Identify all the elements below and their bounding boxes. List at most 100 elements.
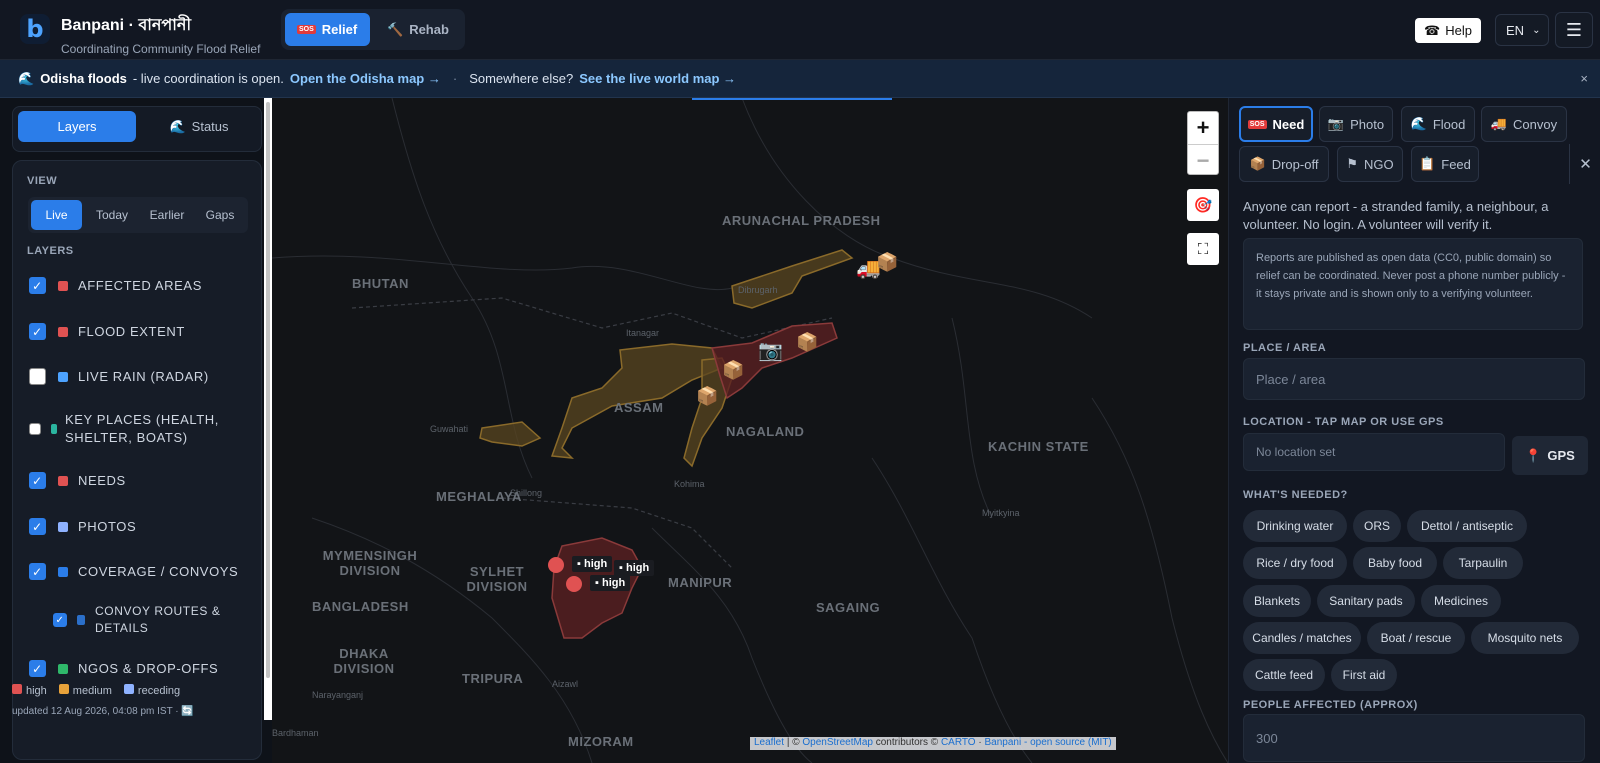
place-input[interactable]: Place / area <box>1243 358 1585 400</box>
gps-button[interactable]: 📍 GPS <box>1512 436 1588 475</box>
layer-key-places[interactable]: KEY PLACES (HEALTH, SHELTER, BOATS) <box>29 411 229 447</box>
locate-button[interactable]: 🎯 <box>1187 189 1219 221</box>
banpani-link[interactable]: Banpani - open source (MIT) <box>984 737 1111 748</box>
need-chip[interactable]: Medicines <box>1421 585 1501 617</box>
checkbox[interactable]: ✓ <box>29 518 46 535</box>
layer-coverage-convoys[interactable]: ✓ COVERAGE / CONVOYS <box>29 563 238 580</box>
people-input[interactable]: 300 <box>1243 714 1585 762</box>
tab-flood[interactable]: 🌊 Flood <box>1401 106 1475 142</box>
need-chip[interactable]: Baby food <box>1353 547 1437 579</box>
dropoff-icon[interactable]: 📦 <box>722 360 744 381</box>
layer-convoy-routes[interactable]: ✓ CONVOY ROUTES & DETAILS <box>53 603 223 637</box>
sos-icon: SOS <box>1247 119 1267 129</box>
scrollbar-thumb[interactable] <box>266 102 270 678</box>
need-marker[interactable] <box>566 576 582 592</box>
tab-need[interactable]: SOS Need <box>1239 106 1313 142</box>
need-chip[interactable]: Rice / dry food <box>1243 547 1347 579</box>
layers-heading: LAYERS <box>27 245 74 257</box>
layer-flood-extent[interactable]: ✓ FLOOD EXTENT <box>29 323 185 340</box>
zoom-in-button[interactable]: + <box>1188 112 1218 144</box>
checkbox[interactable]: ✓ <box>53 613 67 627</box>
osm-link[interactable]: OpenStreetMap <box>802 737 873 748</box>
fullscreen-button[interactable]: ⛶ <box>1187 233 1219 265</box>
world-map-link[interactable]: See the live world map → <box>579 71 736 86</box>
sidebar-scrollbar[interactable] <box>264 98 272 720</box>
location-field[interactable]: No location set <box>1243 433 1505 471</box>
language-select[interactable]: EN ⌄ <box>1495 14 1549 46</box>
clipboard-icon: 📋 <box>1419 156 1436 171</box>
tab-convoy[interactable]: 🚚 Convoy <box>1481 106 1567 142</box>
need-chip[interactable]: Sanitary pads <box>1317 585 1415 617</box>
need-chip[interactable]: Dettol / antiseptic <box>1407 510 1527 542</box>
camera-icon[interactable]: 📷 <box>758 338 783 363</box>
map-label: DHAKA DIVISION <box>333 646 395 676</box>
need-chip[interactable]: Boat / rescue <box>1367 622 1465 654</box>
checkbox[interactable]: ✓ <box>29 277 46 294</box>
view-tab-live[interactable]: Live <box>31 200 82 230</box>
dropoff-icon[interactable]: 📦 <box>696 386 718 407</box>
city-label: Guwahati <box>430 424 469 434</box>
layer-ngos-dropoffs[interactable]: ✓ NGOS & DROP-OFFS <box>29 660 218 677</box>
need-chip[interactable]: First aid <box>1331 659 1397 691</box>
need-chip[interactable]: Drinking water <box>1243 510 1347 542</box>
layer-needs[interactable]: ✓ NEEDS <box>29 472 126 489</box>
layer-photos[interactable]: ✓ PHOTOS <box>29 518 136 535</box>
tab-status[interactable]: 🌊 Status <box>140 111 258 142</box>
view-tab-earlier[interactable]: Earlier <box>140 200 194 230</box>
close-banner-icon[interactable]: × <box>1580 71 1588 86</box>
tab-layers[interactable]: Layers <box>18 111 136 142</box>
layer-live-rain[interactable]: LIVE RAIN (RADAR) <box>29 368 209 385</box>
view-tab-today[interactable]: Today <box>86 200 138 230</box>
checkbox[interactable]: ✓ <box>29 660 46 677</box>
need-chip[interactable]: Mosquito nets <box>1471 622 1579 654</box>
tab-feed[interactable]: 📋 Feed <box>1411 146 1479 182</box>
need-chip[interactable]: Tarpaulin <box>1443 547 1523 579</box>
view-tab-gaps[interactable]: Gaps <box>196 200 244 230</box>
legend-swatch <box>58 684 69 694</box>
dropoff-icon[interactable]: 📦 <box>796 332 818 353</box>
checkbox[interactable] <box>29 423 41 435</box>
privacy-notice: Reports are published as open data (CC0,… <box>1243 238 1583 330</box>
need-marker[interactable] <box>548 557 564 573</box>
map-label: SAGAING <box>816 600 881 615</box>
map-label: BANGLADESH <box>312 599 409 614</box>
tab-ngo[interactable]: ⚑ NGO <box>1337 146 1403 182</box>
tab-dropoff[interactable]: 📦 Drop-off <box>1239 146 1329 182</box>
package-icon[interactable]: 📦 <box>876 252 898 273</box>
map[interactable]: ARUNACHAL PRADESH BHUTAN ASSAM NAGALAND … <box>272 98 1228 763</box>
layer-panel: VIEW Live Today Earlier Gaps LAYERS ✓ AFF… <box>12 160 262 760</box>
color-swatch <box>58 326 68 337</box>
need-chip[interactable]: Cattle feed <box>1243 659 1325 691</box>
refresh-icon[interactable]: 🔄 <box>181 706 193 717</box>
map-label: MIZORAM <box>568 734 634 749</box>
wave-icon: 🌊 <box>1410 116 1427 131</box>
checkbox[interactable] <box>29 368 46 385</box>
menu-button[interactable]: ☰ <box>1555 12 1593 48</box>
app-logo[interactable]: b <box>20 14 50 44</box>
view-tabs: Live Today Earlier Gaps <box>28 197 248 233</box>
color-swatch <box>51 424 57 434</box>
layer-affected-areas[interactable]: ✓ AFFECTED AREAS <box>29 277 202 294</box>
chevron-down-icon: ⌄ <box>1532 24 1541 36</box>
map-label: BHUTAN <box>352 276 409 291</box>
need-chip[interactable]: Candles / matches <box>1243 622 1361 654</box>
carto-link[interactable]: CARTO <box>941 737 976 748</box>
odisha-map-link[interactable]: Open the Odisha map → <box>290 71 441 86</box>
close-panel-icon[interactable]: ✕ <box>1569 144 1600 184</box>
hamburger-icon: ☰ <box>1565 19 1583 40</box>
zoom-out-button[interactable]: − <box>1188 144 1218 176</box>
map-attribution: Leaflet | © OpenStreetMap contributors ©… <box>750 737 1116 750</box>
need-chip[interactable]: Blankets <box>1243 585 1311 617</box>
need-chip[interactable]: ORS <box>1353 510 1401 542</box>
wave-icon: 🌊 <box>169 118 186 134</box>
help-button[interactable]: ☎ Help <box>1415 18 1481 43</box>
city-label: Aizawl <box>552 679 579 689</box>
relief-mode-button[interactable]: SOS Relief <box>285 13 370 46</box>
tab-photo[interactable]: 📷 Photo <box>1319 106 1393 142</box>
checkbox[interactable]: ✓ <box>29 472 46 489</box>
checkbox[interactable]: ✓ <box>29 563 46 580</box>
severity-legend: high medium receding <box>12 684 180 697</box>
rehab-mode-button[interactable]: 🔨 Rehab <box>375 13 461 46</box>
checkbox[interactable]: ✓ <box>29 323 46 340</box>
leaflet-link[interactable]: Leaflet <box>754 737 784 748</box>
